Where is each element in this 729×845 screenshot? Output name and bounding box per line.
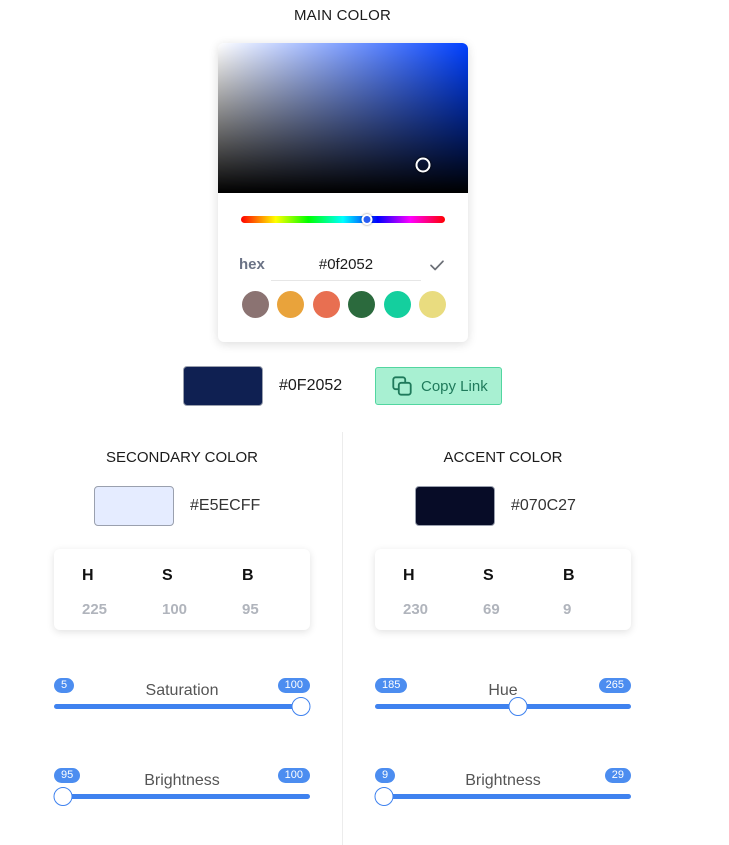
slider-track[interactable] <box>54 697 311 716</box>
slider-thumb[interactable] <box>291 697 311 716</box>
slider-max-badge: 29 <box>604 768 631 783</box>
slider-label: Hue <box>488 682 518 699</box>
copy-link-button[interactable]: Copy Link <box>375 367 502 405</box>
accent-color-preview <box>415 486 495 526</box>
secondary-brightness-slider: 95 Brightness 100 <box>53 768 310 808</box>
slider-track[interactable] <box>53 787 310 806</box>
main-color-title: MAIN COLOR <box>293 7 391 24</box>
secondary-saturation-slider: 5 Saturation 100 <box>54 678 311 718</box>
hsb-b-value: 9 <box>563 601 572 618</box>
hex-input[interactable] <box>271 249 421 281</box>
hsb-h-label: H <box>403 567 415 584</box>
accent-hue-slider: 185 Hue 265 <box>375 678 631 718</box>
copy-icon <box>392 376 412 396</box>
slider-label: Brightness <box>465 772 541 789</box>
accent-color-title: ACCENT COLOR <box>443 449 563 466</box>
slider-thumb[interactable] <box>374 787 394 806</box>
swatch-dark-green[interactable] <box>348 291 376 318</box>
secondary-color-preview <box>94 486 174 526</box>
hsb-h-value: 225 <box>82 601 108 618</box>
swatch-mauve[interactable] <box>242 291 269 318</box>
hex-label: hex <box>239 256 265 273</box>
hsb-s-label: S <box>162 567 173 584</box>
column-divider <box>342 432 343 845</box>
slider-max-badge: 100 <box>277 768 310 783</box>
swatch-teal[interactable] <box>383 291 411 318</box>
swatch-coral[interactable] <box>312 291 340 318</box>
secondary-color-hex: #E5ECFF <box>190 497 261 514</box>
swatch-orange[interactable] <box>277 291 305 318</box>
secondary-color-title: SECONDARY COLOR <box>106 449 258 466</box>
secondary-hsb-card: H S B 225 100 95 <box>54 549 310 630</box>
hsb-h-value: 230 <box>403 601 429 618</box>
sv-cursor[interactable] <box>415 157 431 172</box>
slider-max-badge: 265 <box>598 678 631 693</box>
hsb-b-label: B <box>242 567 254 584</box>
hsb-b-label: B <box>563 567 575 584</box>
slider-track[interactable] <box>374 787 631 806</box>
slider-thumb[interactable] <box>508 697 528 716</box>
slider-track[interactable] <box>375 697 631 716</box>
slider-max-badge: 100 <box>277 678 310 693</box>
accent-hsb-card: H S B 230 69 9 <box>375 549 631 630</box>
copy-link-label: Copy Link <box>421 377 488 395</box>
swatch-yellow[interactable] <box>418 291 446 318</box>
hsb-h-label: H <box>82 567 94 584</box>
saturation-brightness-area[interactable] <box>218 43 468 193</box>
accent-brightness-slider: 9 Brightness 29 <box>374 768 631 808</box>
slider-thumb[interactable] <box>53 787 73 806</box>
hsb-b-value: 95 <box>242 601 259 618</box>
hue-slider[interactable] <box>241 214 445 225</box>
checkmark-icon[interactable] <box>428 256 446 274</box>
hsb-s-value: 100 <box>162 601 188 618</box>
main-color-preview <box>183 366 263 406</box>
accent-color-hex: #070C27 <box>511 497 576 514</box>
slider-label: Saturation <box>145 682 219 699</box>
slider-label: Brightness <box>144 772 220 789</box>
preset-swatches <box>242 291 446 318</box>
hsb-s-value: 69 <box>483 601 500 618</box>
hue-slider-thumb[interactable] <box>361 214 373 225</box>
main-color-hex: #0F2052 <box>279 377 343 394</box>
color-picker-card: hex <box>218 43 468 342</box>
hsb-s-label: S <box>483 567 494 584</box>
